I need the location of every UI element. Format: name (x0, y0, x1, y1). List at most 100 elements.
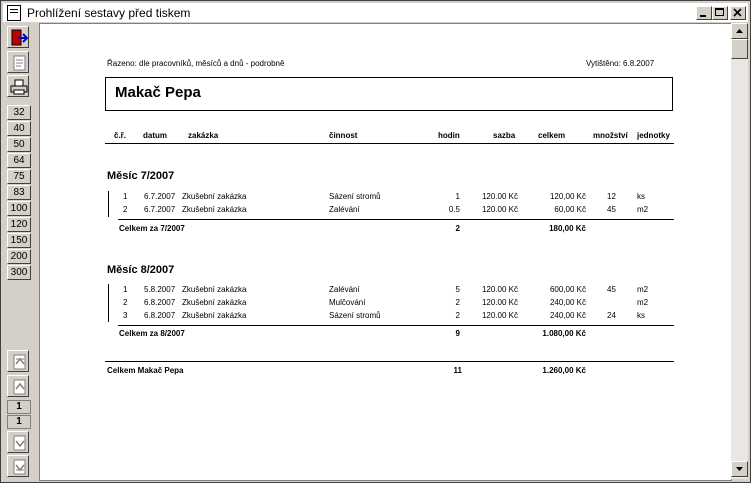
row-order: Zkušební zakázka (182, 192, 247, 201)
col-header-rate: sazba (493, 131, 516, 140)
row-no: 2 (123, 298, 128, 307)
month-bracket (108, 191, 109, 217)
row-hours: 0.5 (448, 205, 460, 214)
col-header-unit: jednotky (637, 131, 670, 140)
subtotal-hours: 2 (455, 224, 460, 233)
row-total: 240,00 Kč (549, 311, 586, 320)
row-no: 2 (123, 205, 128, 214)
previous-page-icon (13, 379, 26, 395)
col-header-activity: činnost (329, 131, 358, 140)
subtotal-total: 180,00 Kč (549, 224, 586, 233)
row-activity: Zalévání (329, 285, 360, 294)
row-no: 1 (123, 192, 128, 201)
first-page-icon (13, 354, 26, 370)
row-qty: 24 (607, 311, 616, 320)
zoom-150-button[interactable]: 150 (7, 233, 31, 248)
row-activity: Sázení stromů (329, 192, 381, 201)
row-hours: 5 (455, 285, 460, 294)
scroll-up-button[interactable] (731, 23, 748, 39)
report-preview-window: Prohlížení sestavy před tiskem 32 40 50 … (0, 0, 751, 483)
minimize-button[interactable] (696, 6, 712, 20)
col-header-date: datum (143, 131, 167, 140)
row-qty: 45 (607, 285, 616, 294)
zoom-120-button[interactable]: 120 (7, 217, 31, 232)
next-page-icon (13, 435, 26, 451)
last-page-button[interactable] (7, 455, 29, 477)
zoom-40-button[interactable]: 40 (7, 121, 31, 136)
row-order: Zkušební zakázka (182, 311, 247, 320)
scroll-up-arrow-icon (736, 29, 743, 33)
row-unit: ks (637, 311, 645, 320)
month-title: Měsíc 8/2007 (107, 264, 175, 276)
row-total: 120,00 Kč (549, 192, 586, 201)
grand-total-rule (105, 361, 674, 362)
col-header-order: zakázka (188, 131, 219, 140)
row-date: 6.7.2007 (144, 205, 176, 214)
row-no: 3 (123, 311, 128, 320)
title-bar: Prohlížení sestavy před tiskem (3, 3, 748, 22)
subtotal-total: 1.080,00 Kč (542, 329, 586, 338)
row-date: 5.8.2007 (144, 285, 176, 294)
print-button[interactable] (7, 75, 29, 97)
document-icon (7, 5, 21, 21)
total-pages-number: 1 (7, 415, 31, 429)
month-title: Měsíc 7/2007 (107, 170, 175, 182)
row-hours: 1 (455, 192, 460, 201)
col-header-total: celkem (538, 131, 566, 140)
close-button[interactable] (730, 6, 746, 20)
zoom-100-button[interactable]: 100 (7, 201, 31, 216)
month-bracket (108, 284, 109, 322)
subtotal-rule (118, 219, 674, 220)
row-total: 600,00 Kč (549, 285, 586, 294)
col-header-no: č.ř. (114, 131, 127, 140)
row-unit: m2 (637, 298, 649, 307)
preview-toolbar: 32 40 50 64 75 83 100 120 150 200 300 1 … (4, 23, 34, 479)
maximize-button[interactable] (712, 6, 728, 20)
zoom-200-button[interactable]: 200 (7, 249, 31, 264)
zoom-75-button[interactable]: 75 (7, 169, 31, 184)
next-page-button[interactable] (7, 431, 29, 453)
zoom-64-button[interactable]: 64 (7, 153, 31, 168)
row-rate: 120.00 Kč (481, 298, 518, 307)
zoom-83-button[interactable]: 83 (7, 185, 31, 200)
row-unit: ks (637, 192, 645, 201)
row-unit: m2 (637, 285, 649, 294)
previous-page-button[interactable] (7, 375, 29, 397)
zoom-300-button[interactable]: 300 (7, 265, 31, 280)
row-activity: Zalévání (329, 205, 360, 214)
grand-total-total: 1.260,00 Kč (542, 366, 586, 375)
row-no: 1 (123, 285, 128, 294)
zoom-50-button[interactable]: 50 (7, 137, 31, 152)
exit-button[interactable] (7, 26, 29, 48)
grand-total-label: Celkem Makač Pepa (107, 366, 184, 375)
first-page-button[interactable] (7, 350, 29, 372)
page-setup-button[interactable] (7, 51, 29, 73)
exit-door-icon (11, 29, 28, 46)
vertical-scrollbar[interactable] (731, 23, 748, 479)
header-rule (105, 143, 674, 144)
row-order: Zkušební zakázka (182, 205, 247, 214)
scroll-thumb[interactable] (731, 39, 748, 59)
subtotal-hours: 9 (455, 329, 460, 338)
row-rate: 120.00 Kč (481, 311, 518, 320)
row-activity: Sázení stromů (329, 311, 381, 320)
current-page-number: 1 (7, 400, 31, 414)
printer-icon (10, 79, 28, 95)
scroll-down-arrow-icon (736, 467, 743, 471)
grand-total-hours: 11 (453, 366, 462, 375)
row-rate: 120.00 Kč (481, 205, 518, 214)
row-order: Zkušební zakázka (182, 298, 247, 307)
sort-note: Řazeno: dle pracovníků, měsíců a dnů - p… (107, 59, 285, 68)
row-qty: 45 (607, 205, 616, 214)
zoom-32-button[interactable]: 32 (7, 105, 31, 120)
row-date: 6.8.2007 (144, 298, 176, 307)
col-header-hours: hodin (438, 131, 460, 140)
row-unit: m2 (637, 205, 649, 214)
scroll-down-button[interactable] (731, 461, 748, 477)
print-date: Vytištěno: 6.8.2007 (586, 59, 655, 68)
row-date: 6.7.2007 (144, 192, 176, 201)
subtotal-label: Celkem za 7/2007 (119, 224, 185, 233)
row-order: Zkušební zakázka (182, 285, 247, 294)
row-qty: 12 (607, 192, 616, 201)
row-hours: 2 (455, 298, 460, 307)
